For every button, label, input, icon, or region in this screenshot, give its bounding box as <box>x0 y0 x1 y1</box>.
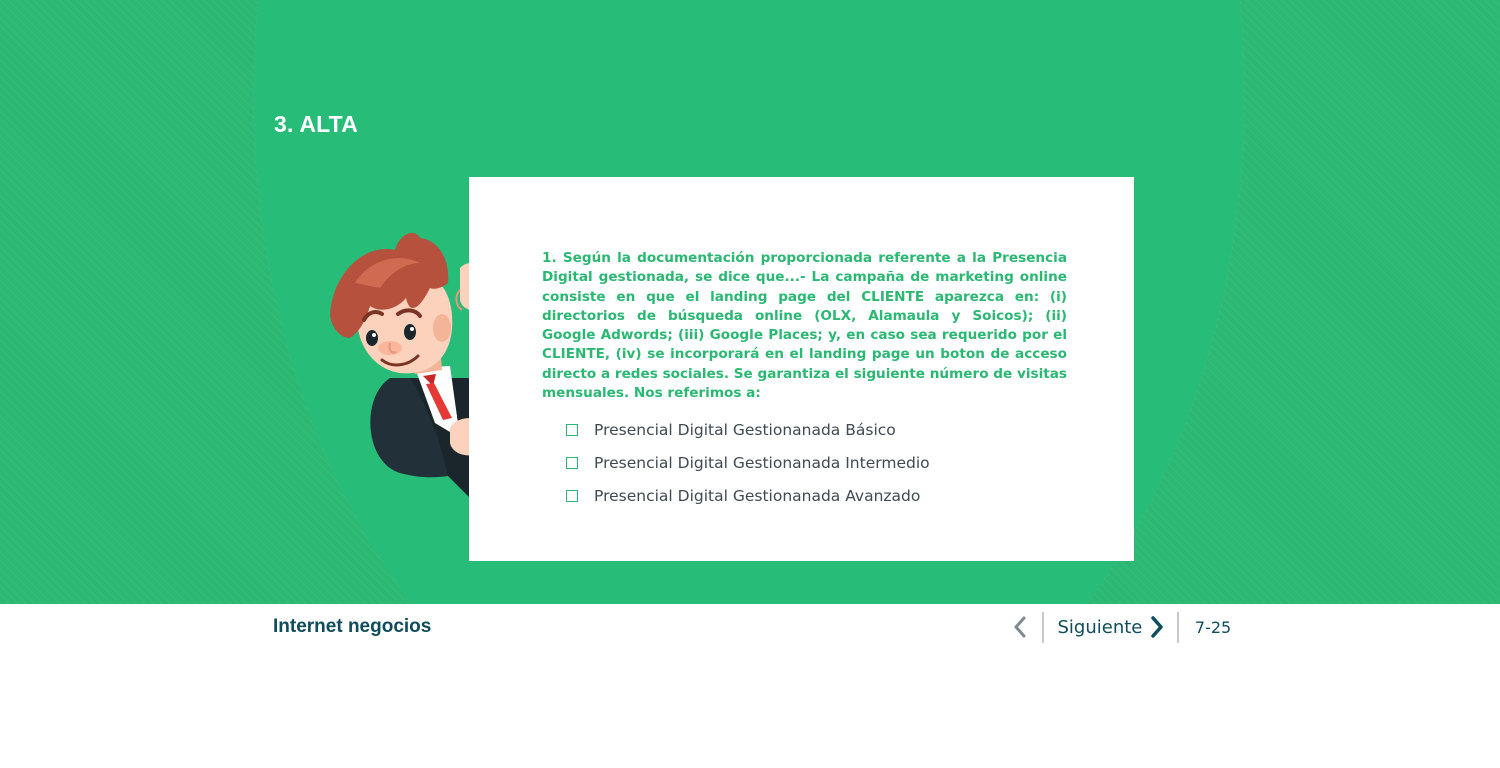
answer-option-label: Presencial Digital Gestionanada Intermed… <box>594 453 930 472</box>
answer-option-avanzado[interactable]: Presencial Digital Gestionanada Avanzado <box>566 479 930 512</box>
chevron-right-icon <box>1151 616 1164 638</box>
section-title: 3. ALTA <box>274 111 359 137</box>
pagination-nav: Siguiente 7-25 <box>1008 611 1231 643</box>
next-button[interactable]: Siguiente <box>1044 616 1178 638</box>
page-indicator: 7-25 <box>1194 617 1232 637</box>
content-stage: 3. ALTA 1. Según la documentación propor… <box>0 0 1500 604</box>
question-card: 1. Según la documentación proporcionada … <box>469 177 1134 561</box>
answer-options: Presencial Digital Gestionanada Básico P… <box>566 413 930 512</box>
answer-option-label: Presencial Digital Gestionanada Básico <box>594 420 896 439</box>
checkbox-icon[interactable] <box>566 423 578 436</box>
previous-button[interactable] <box>1008 611 1032 643</box>
answer-option-intermedio[interactable]: Presencial Digital Gestionanada Intermed… <box>566 446 930 479</box>
answer-option-label: Presencial Digital Gestionanada Avanzado <box>594 486 921 505</box>
chevron-left-icon <box>1014 616 1026 638</box>
checkbox-icon[interactable] <box>566 489 578 502</box>
next-button-label: Siguiente <box>1057 616 1143 638</box>
question-text: 1. Según la documentación proporcionada … <box>542 250 1067 402</box>
footer-brand: Internet negocios <box>273 616 432 637</box>
checkbox-icon[interactable] <box>566 456 578 469</box>
answer-option-basico[interactable]: Presencial Digital Gestionanada Básico <box>566 413 930 446</box>
